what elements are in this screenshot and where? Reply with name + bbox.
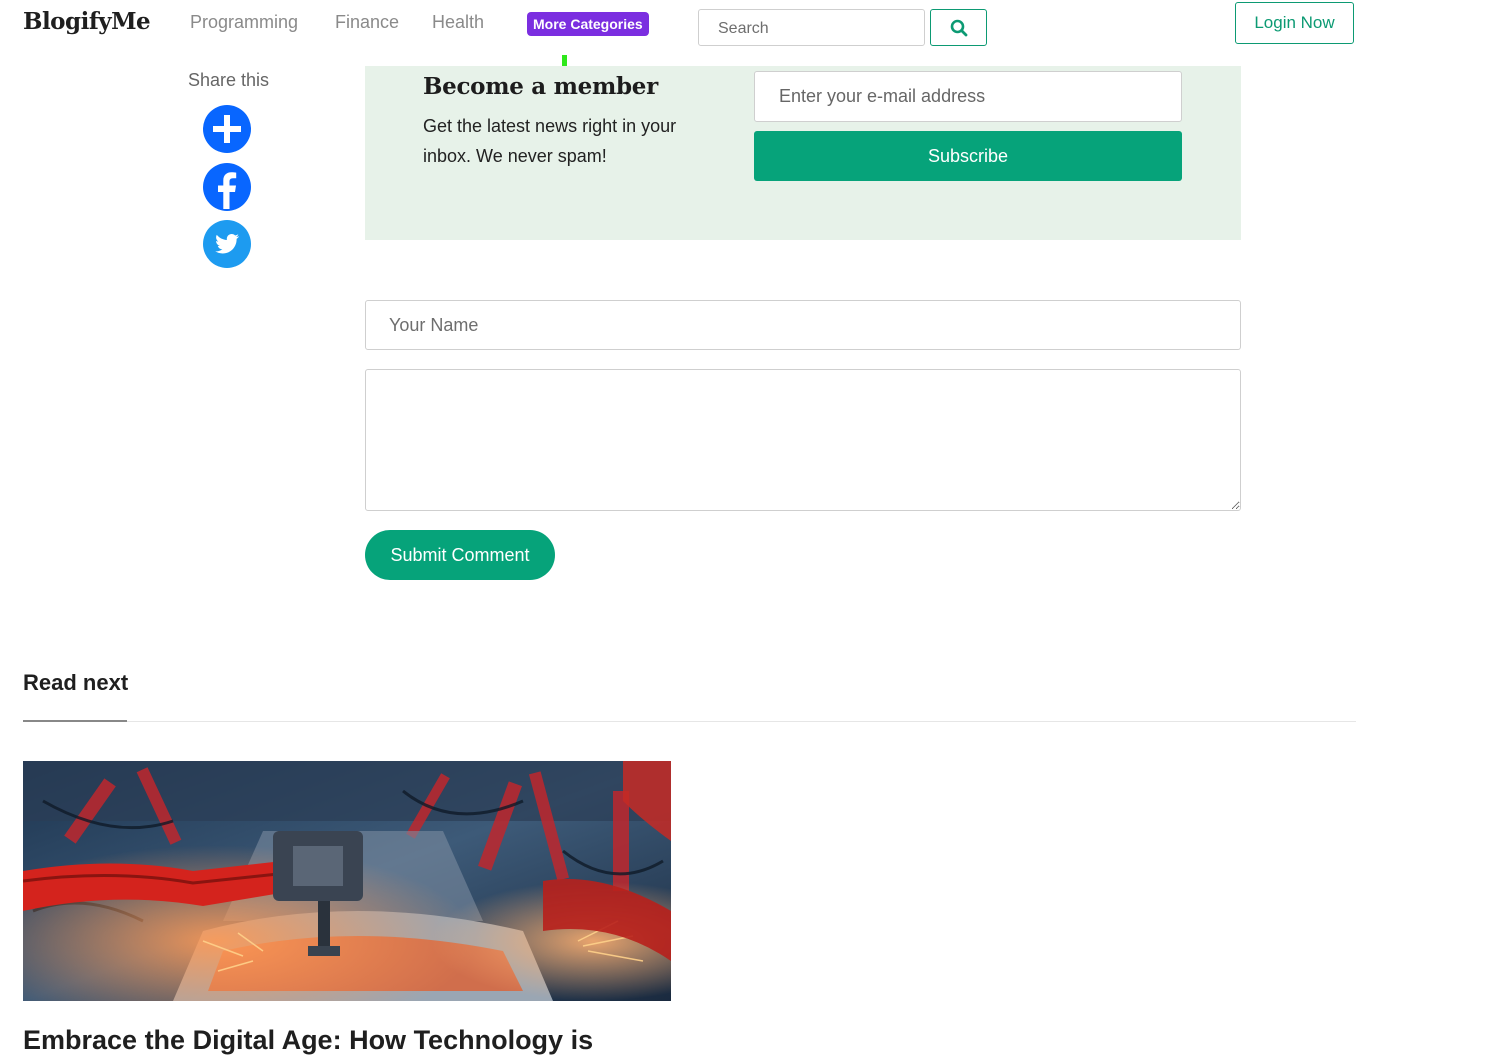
top-navbar: BlogifyMe Programming Finance Health Mor… [0,0,1492,48]
comment-textarea[interactable] [365,369,1241,511]
more-categories-badge[interactable]: More Categories [527,12,649,36]
subscribe-button[interactable]: Subscribe [754,131,1182,181]
article-title[interactable]: Embrace the Digital Age: How Technology … [23,1025,923,1056]
twitter-icon[interactable] [203,220,251,268]
search-input[interactable] [698,9,925,46]
article-thumbnail[interactable] [23,761,671,1001]
submit-comment-button[interactable]: Submit Comment [365,530,555,580]
share-title: Share this [188,70,270,90]
plus-share-icon[interactable] [203,105,251,153]
search-button[interactable] [930,9,987,46]
nav-link-health[interactable]: Health [432,12,484,33]
section-divider-accent [23,720,127,722]
facebook-icon[interactable] [203,163,251,211]
newsletter-email-input[interactable] [754,71,1182,122]
search-icon [950,19,967,36]
nav-link-programming[interactable]: Programming [190,12,298,33]
read-next-heading: Read next [23,670,129,695]
newsletter-text: Get the latest news right in your inbox.… [423,116,677,166]
nav-link-finance[interactable]: Finance [335,12,399,33]
newsletter-title: Become a member [423,73,658,100]
comment-name-input[interactable] [365,300,1241,350]
newsletter-box: Become a member Get the latest news righ… [365,66,1241,240]
brand-logo[interactable]: BlogifyMe [23,8,151,35]
factory-robot-image [23,761,671,1001]
login-button[interactable]: Login Now [1235,2,1354,44]
section-divider [23,721,1356,722]
